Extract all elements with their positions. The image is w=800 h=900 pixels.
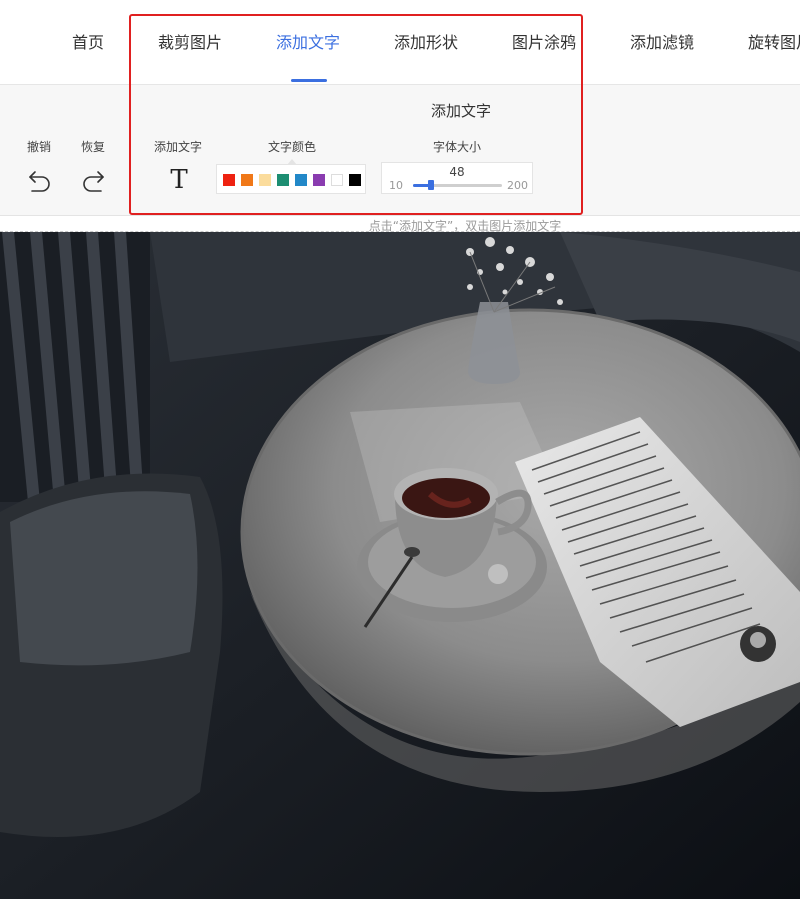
swatch-blue[interactable] (295, 174, 307, 186)
undo-label: 撤销 (27, 140, 52, 154)
font-size-min: 10 (389, 179, 403, 192)
font-size-slider[interactable] (413, 180, 502, 190)
top-nav: 首页 裁剪图片 添加文字 添加形状 图片涂鸦 添加滤镜 旋转图片 (0, 0, 800, 85)
active-tab-underline (291, 79, 327, 82)
undo-icon (29, 171, 50, 192)
nav-item-rotate[interactable]: 旋转图片 (748, 0, 800, 84)
add-text-label: 添加文字 (154, 140, 203, 154)
font-size-slider-thumb[interactable] (428, 180, 434, 190)
image-canvas[interactable] (0, 231, 800, 899)
swatch-cream[interactable] (259, 174, 271, 186)
font-size-value: 48 (449, 165, 465, 179)
font-size-max: 200 (507, 179, 528, 192)
nav-item-add-text[interactable]: 添加文字 (276, 0, 340, 84)
redo-button[interactable] (80, 168, 106, 196)
swatch-orange[interactable] (241, 174, 253, 186)
nav-item-home[interactable]: 首页 (72, 0, 104, 84)
swatch-purple[interactable] (313, 174, 325, 186)
swatch-black[interactable] (349, 174, 361, 186)
color-palette (216, 159, 366, 194)
swatch-green[interactable] (277, 174, 289, 186)
nav-item-filter[interactable]: 添加滤镜 (630, 0, 694, 84)
panel-title: 添加文字 (430, 102, 491, 120)
nav-item-add-shape[interactable]: 添加形状 (394, 0, 458, 84)
font-size-label: 字体大小 (433, 140, 482, 154)
font-size-control: 48 10 200 (381, 162, 533, 194)
swatch-red[interactable] (223, 174, 235, 186)
nav-item-doodle[interactable]: 图片涂鸦 (512, 0, 576, 84)
redo-label: 恢复 (81, 140, 106, 154)
cafe-photo (0, 232, 800, 899)
nav-item-crop[interactable]: 裁剪图片 (158, 0, 222, 84)
text-color-label: 文字颜色 (268, 140, 317, 154)
swatch-white[interactable] (331, 174, 343, 186)
undo-button[interactable] (27, 168, 53, 196)
redo-icon (83, 171, 104, 192)
add-text-button[interactable]: T (166, 164, 192, 196)
